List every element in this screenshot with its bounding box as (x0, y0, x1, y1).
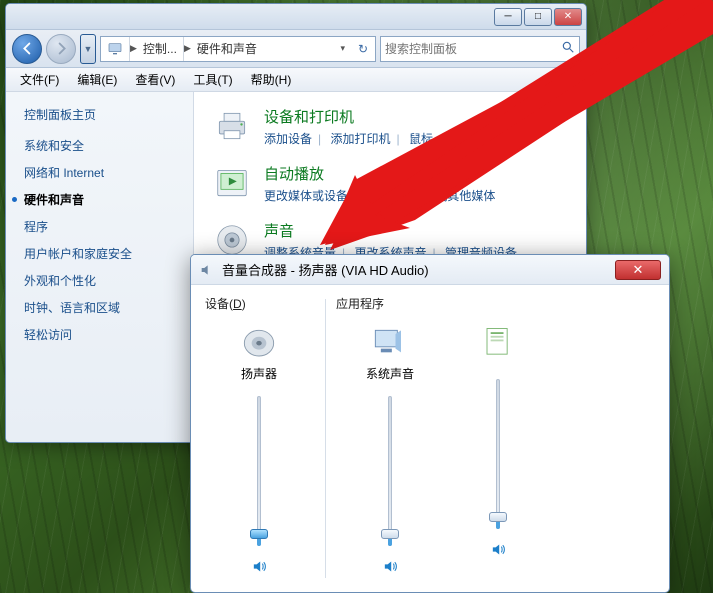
app-volume-slider[interactable] (484, 379, 512, 529)
device-mute-button[interactable] (251, 558, 268, 575)
sidebar-item-hardware[interactable]: 硬件和声音 (24, 191, 175, 208)
address-bar[interactable]: ▶ 控制... ▶ 硬件和声音 ▾ ↻ (100, 36, 376, 62)
device-name: 扬声器 (241, 365, 277, 382)
sidebar-item-programs[interactable]: 程序 (24, 218, 175, 235)
mixer-app-item: 系统声音 (336, 322, 444, 575)
mixer-title-text: 音量合成器 - 扬声器 (VIA HD Audio) (222, 260, 429, 279)
mixer-device-header: 设备(D) (205, 295, 315, 312)
mixer-apps-header: 应用程序 (336, 295, 655, 312)
category-title[interactable]: 设备和打印机 (264, 106, 515, 127)
separator (325, 299, 326, 578)
link-add-device[interactable]: 添加设备 (264, 132, 312, 146)
menu-view[interactable]: 查看(V) (127, 68, 183, 91)
sidebar-item-network[interactable]: 网络和 Internet (24, 164, 175, 181)
category-devices: 设备和打印机 添加设备| 添加打印机| 鼠标| 设备管 理器 (212, 106, 568, 147)
category-title[interactable]: 自动播放 (264, 163, 495, 184)
search-box[interactable] (380, 36, 580, 62)
link-manager-partial[interactable]: 理器 (491, 132, 515, 146)
menu-file[interactable]: 文件(F) (12, 68, 67, 91)
sidebar-item-clock[interactable]: 时钟、语言和区域 (24, 299, 175, 316)
sidebar-item-ease[interactable]: 轻松访问 (24, 326, 175, 343)
menu-edit[interactable]: 编辑(E) (69, 68, 125, 91)
speaker-small-icon (199, 262, 215, 278)
minimize-button[interactable]: ─ (494, 8, 522, 26)
autoplay-icon (212, 163, 252, 203)
app-generic-icon[interactable] (476, 322, 520, 360)
sidebar-home[interactable]: 控制面板主页 (24, 106, 175, 123)
app-volume-slider[interactable] (376, 396, 404, 546)
refresh-button[interactable]: ↻ (351, 42, 375, 56)
category-autoplay: 自动播放 更改媒体或设备的 自动播放 CD 或其他媒体 (212, 163, 568, 204)
menu-tools[interactable]: 工具(T) (185, 68, 240, 91)
app-mute-button[interactable] (490, 541, 507, 558)
printer-icon (212, 106, 252, 146)
titlebar: ─ □ ✕ (6, 4, 586, 30)
category-links: 添加设备| 添加打印机| 鼠标| 设备管 理器 (264, 130, 515, 147)
forward-button[interactable] (46, 34, 76, 64)
system-sounds-icon[interactable] (368, 322, 412, 360)
mixer-device-item: 扬声器 (205, 322, 313, 575)
close-button[interactable]: ✕ (554, 8, 582, 26)
link-add-printer[interactable]: 添加打印机 (330, 132, 390, 146)
search-icon[interactable] (561, 40, 575, 57)
chevron-right-icon: ▶ (184, 43, 191, 54)
arrow-left-icon (20, 41, 35, 56)
history-dropdown[interactable]: ▼ (80, 34, 96, 64)
volume-mixer-window: 音量合成器 - 扬声器 (VIA HD Audio) ✕ 设备(D) 扬声器 (190, 254, 670, 593)
search-input[interactable] (385, 42, 561, 56)
sidebar: 控制面板主页 系统和安全 网络和 Internet 硬件和声音 程序 用户帐户和… (6, 92, 194, 442)
arrow-right-icon (54, 41, 69, 56)
maximize-button[interactable]: □ (524, 8, 552, 26)
menu-help[interactable]: 帮助(H) (243, 68, 300, 91)
navbar: ▼ ▶ 控制... ▶ 硬件和声音 ▾ ↻ (6, 30, 586, 68)
monitor-icon (107, 41, 123, 57)
chevron-right-icon: ▶ (130, 43, 137, 54)
back-button[interactable] (12, 34, 42, 64)
category-links: 更改媒体或设备的 自动播放 CD 或其他媒体 (264, 187, 495, 204)
app-name: 系统声音 (366, 365, 414, 382)
chevron-down-icon[interactable]: ▾ (340, 43, 351, 54)
sidebar-item-appearance[interactable]: 外观和个性化 (24, 272, 175, 289)
category-title[interactable]: 声音 (264, 220, 517, 241)
sidebar-item-accounts[interactable]: 用户帐户和家庭安全 (24, 245, 175, 262)
mixer-titlebar: 音量合成器 - 扬声器 (VIA HD Audio) ✕ (191, 255, 669, 285)
breadcrumb-seg-1[interactable]: 控制... (143, 40, 177, 57)
link-autoplay-text[interactable]: 更改媒体或设备的 自动播放 CD 或其他媒体 (264, 189, 495, 203)
link-mouse[interactable]: 鼠标 (409, 132, 433, 146)
mixer-close-button[interactable]: ✕ (615, 260, 661, 280)
device-volume-slider[interactable] (245, 396, 273, 546)
breadcrumb-seg-2[interactable]: 硬件和声音 (197, 40, 257, 57)
menubar: 文件(F) 编辑(E) 查看(V) 工具(T) 帮助(H) (6, 68, 586, 92)
sidebar-item-system[interactable]: 系统和安全 (24, 137, 175, 154)
sidebar-list: 系统和安全 网络和 Internet 硬件和声音 程序 用户帐户和家庭安全 外观… (24, 137, 175, 343)
breadcrumb-icon (101, 37, 130, 61)
app-mute-button[interactable] (382, 558, 399, 575)
speaker-device-icon[interactable] (237, 322, 281, 360)
mixer-app-item (444, 322, 552, 575)
